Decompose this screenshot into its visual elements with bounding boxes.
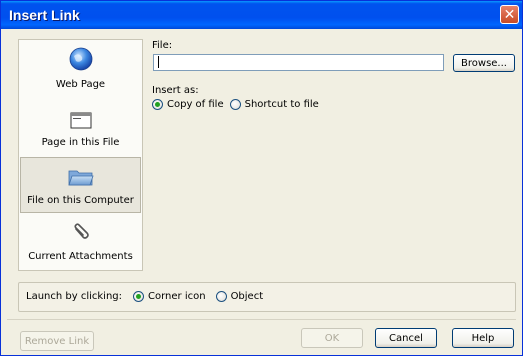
radio-button[interactable] (215, 291, 227, 302)
paperclip-icon (73, 223, 89, 239)
remove-link-button[interactable]: Remove Link (20, 331, 94, 351)
radio-label: Shortcut to file (244, 99, 319, 110)
sidebar-item-label: Web Page (55, 79, 106, 90)
close-icon: ✕ (503, 6, 516, 23)
insert-as-label: Insert as: (152, 85, 199, 96)
file-label: File: (152, 40, 173, 51)
radio-button-checked[interactable] (152, 99, 163, 110)
file-path-input[interactable] (153, 54, 444, 71)
sidebar-item-label: Page in this File (41, 137, 120, 148)
globe-icon (69, 47, 92, 71)
folder-icon (67, 170, 94, 186)
radio-button-checked[interactable] (133, 291, 144, 302)
radio-label: Copy of file (167, 99, 224, 110)
dialog-title: Insert Link (9, 7, 80, 23)
help-button[interactable]: Help (452, 328, 514, 348)
insert-link-dialog: Insert Link ✕ Web Page Page in this File (0, 0, 523, 356)
sidebar-item-web-page[interactable]: Web Page (20, 44, 141, 96)
sidebar-item-page-in-file[interactable]: Page in this File (20, 100, 141, 154)
radio-shortcut-to-file[interactable]: Shortcut to file (229, 99, 319, 110)
sidebar-item-label: File on this Computer (27, 195, 134, 206)
title-bar: Insert Link ✕ (1, 1, 522, 29)
radio-label: Object (230, 291, 264, 302)
separator (7, 319, 516, 320)
sidebar-item-label: Current Attachments (28, 251, 133, 262)
cancel-button[interactable]: Cancel (375, 328, 437, 348)
radio-copy-of-file[interactable]: Copy of file (152, 99, 224, 110)
sidebar-item-file-on-computer[interactable]: File on this Computer (20, 157, 141, 213)
launch-options: Corner icon Object (133, 291, 269, 302)
link-type-sidebar: Web Page Page in this File File on this … (18, 39, 143, 271)
radio-object[interactable]: Object (215, 291, 264, 302)
radio-label: Corner icon (148, 291, 206, 302)
insert-as-options: Copy of file Shortcut to file (152, 99, 325, 110)
radio-corner-icon[interactable]: Corner icon (133, 291, 206, 302)
close-button[interactable]: ✕ (500, 5, 519, 24)
browse-button[interactable]: Browse... (453, 54, 515, 72)
page-window-icon (70, 112, 91, 129)
radio-button[interactable] (229, 99, 241, 110)
sidebar-item-current-attachments[interactable]: Current Attachments (20, 218, 141, 268)
ok-button[interactable]: OK (301, 328, 363, 348)
launch-group: Launch by clicking: Corner icon Object (18, 282, 516, 312)
launch-label: Launch by clicking: (26, 291, 123, 302)
text-caret (158, 56, 159, 68)
